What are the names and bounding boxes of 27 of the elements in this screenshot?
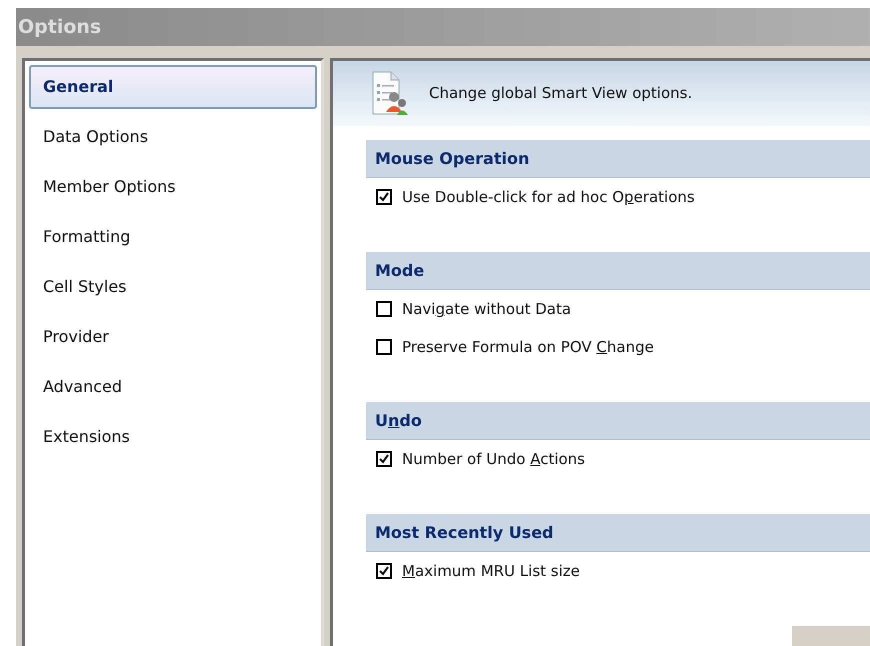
checkmark-icon — [379, 454, 389, 464]
header-text: Change global Smart View options. — [429, 83, 692, 104]
section-header: Mode — [366, 252, 870, 290]
section-header: Mouse Operation — [366, 140, 870, 178]
checkbox[interactable] — [376, 339, 392, 355]
category-item[interactable]: Data Options — [29, 115, 317, 159]
checkbox-label[interactable]: Maximum MRU List size — [402, 560, 580, 582]
checkbox[interactable] — [376, 563, 392, 579]
category-item[interactable]: Advanced — [29, 365, 317, 409]
checkmark-icon — [379, 566, 389, 576]
section-header: Most Recently Used — [366, 514, 870, 552]
checkbox-label[interactable]: Number of Undo Actions — [402, 448, 585, 470]
category-item[interactable]: Cell Styles — [29, 265, 317, 309]
category-item[interactable]: Member Options — [29, 165, 317, 209]
checkbox[interactable] — [376, 451, 392, 467]
window-title: Options — [18, 14, 102, 40]
checkbox-label[interactable]: Use Double-click for ad hoc Operations — [402, 186, 695, 208]
category-item[interactable]: General — [29, 65, 317, 109]
checkbox-label[interactable]: Navigate without Data — [402, 298, 572, 320]
checkbox[interactable] — [376, 301, 392, 317]
checkbox[interactable] — [376, 189, 392, 205]
checkmark-icon — [379, 192, 389, 202]
category-item[interactable]: Extensions — [29, 415, 317, 459]
checkbox-label[interactable]: Preserve Formula on POV Change — [402, 336, 654, 358]
category-item[interactable]: Formatting — [29, 215, 317, 259]
section-header: Undo — [366, 402, 870, 440]
category-item[interactable]: Provider — [29, 315, 317, 359]
